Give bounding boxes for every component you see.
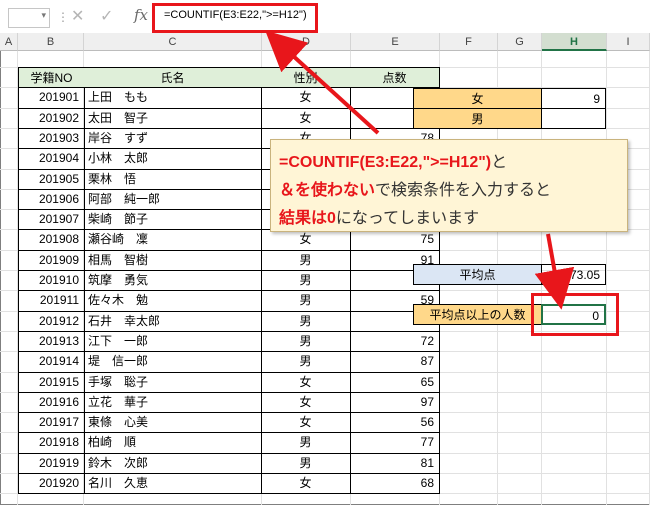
callout-line-1-tail: と	[491, 154, 508, 171]
callout-line-2-rest: で検索条件を入力すると	[375, 182, 552, 199]
callout-formula: =COUNTIF(E3:E22,">=H12")	[279, 154, 492, 171]
callout-line-2-emphasis: ＆を使わない	[279, 182, 376, 199]
explanation-callout: =COUNTIF(E3:E22,">=H12")と ＆を使わないで検索条件を入力…	[270, 139, 628, 232]
callout-line-1: =COUNTIF(E3:E22,">=H12")と	[279, 148, 507, 172]
callout-line-3-rest: になってしまいます	[335, 210, 480, 227]
arrow-to-result	[534, 233, 575, 310]
annotation-arrows	[265, 30, 575, 310]
callout-line-3: 結果は0になってしまいます	[279, 204, 479, 228]
callout-line-2: ＆を使わないで検索条件を入力すると	[279, 176, 551, 200]
callout-line-3-emphasis: 結果は0	[279, 210, 336, 227]
arrow-to-formula	[265, 30, 380, 135]
